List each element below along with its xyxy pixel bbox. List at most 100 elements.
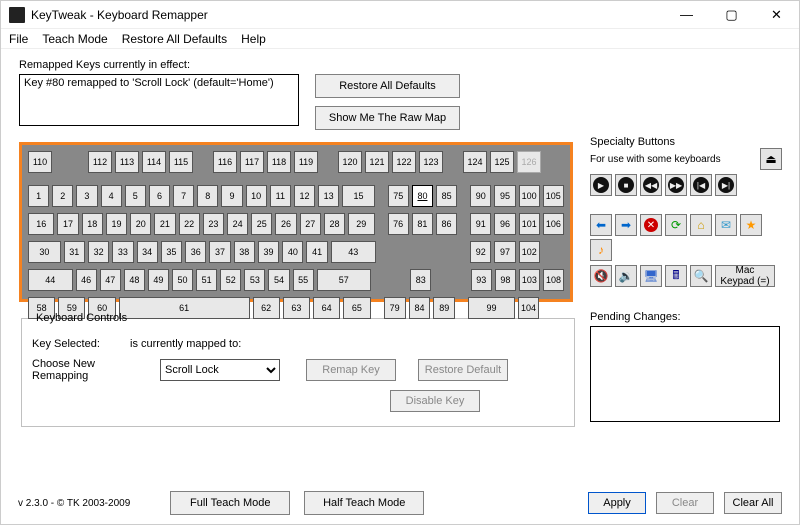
key-100[interactable]: 100: [519, 185, 540, 207]
key-86[interactable]: 86: [436, 213, 457, 235]
key-97[interactable]: 97: [494, 241, 515, 263]
key-47[interactable]: 47: [100, 269, 121, 291]
key-2[interactable]: 2: [52, 185, 73, 207]
key-75[interactable]: 75: [388, 185, 409, 207]
key-64[interactable]: 64: [313, 297, 340, 319]
key-41[interactable]: 41: [306, 241, 327, 263]
key-123[interactable]: 123: [419, 151, 443, 173]
key-122[interactable]: 122: [392, 151, 416, 173]
media-play-button[interactable]: ▶: [590, 174, 612, 196]
key-40[interactable]: 40: [282, 241, 303, 263]
remapped-keys-list[interactable]: Key #80 remapped to 'Scroll Lock' (defau…: [19, 74, 299, 126]
remap-key-button[interactable]: Remap Key: [306, 359, 396, 381]
restore-all-defaults-button[interactable]: Restore All Defaults: [315, 74, 460, 98]
key-33[interactable]: 33: [112, 241, 133, 263]
apply-button[interactable]: Apply: [588, 492, 646, 514]
key-117[interactable]: 117: [240, 151, 264, 173]
disable-key-button[interactable]: Disable Key: [390, 390, 480, 412]
clear-button[interactable]: Clear: [656, 492, 714, 514]
key-53[interactable]: 53: [244, 269, 265, 291]
volume-down-button[interactable]: 🔉: [615, 265, 637, 287]
browser-back-button[interactable]: ⬅: [590, 214, 612, 236]
key-1[interactable]: 1: [28, 185, 49, 207]
key-85[interactable]: 85: [436, 185, 457, 207]
media-forward-button[interactable]: ▶▶: [665, 174, 687, 196]
key-125[interactable]: 125: [490, 151, 514, 173]
key-90[interactable]: 90: [470, 185, 491, 207]
key-18[interactable]: 18: [82, 213, 103, 235]
key-21[interactable]: 21: [154, 213, 175, 235]
key-23[interactable]: 23: [203, 213, 224, 235]
key-114[interactable]: 114: [142, 151, 166, 173]
media-stop-button[interactable]: ■: [615, 174, 637, 196]
key-118[interactable]: 118: [267, 151, 291, 173]
key-108[interactable]: 108: [543, 269, 564, 291]
close-button[interactable]: ✕: [754, 2, 799, 28]
full-teach-mode-button[interactable]: Full Teach Mode: [170, 491, 290, 515]
key-52[interactable]: 52: [220, 269, 241, 291]
key-24[interactable]: 24: [227, 213, 248, 235]
key-98[interactable]: 98: [495, 269, 516, 291]
key-103[interactable]: 103: [519, 269, 540, 291]
remapping-select[interactable]: Scroll Lock: [160, 359, 280, 381]
key-91[interactable]: 91: [470, 213, 491, 235]
key-35[interactable]: 35: [161, 241, 182, 263]
key-28[interactable]: 28: [324, 213, 345, 235]
key-61[interactable]: 61: [119, 297, 250, 319]
key-92[interactable]: 92: [470, 241, 491, 263]
key-101[interactable]: 101: [519, 213, 540, 235]
my-computer-button[interactable]: 🖥: [640, 265, 662, 287]
browser-stop-button[interactable]: ✕: [640, 214, 662, 236]
calculator-button[interactable]: 🖩: [665, 265, 687, 287]
key-120[interactable]: 120: [338, 151, 362, 173]
key-22[interactable]: 22: [179, 213, 200, 235]
key-96[interactable]: 96: [494, 213, 515, 235]
key-121[interactable]: 121: [365, 151, 389, 173]
key-104[interactable]: 104: [518, 297, 540, 319]
key-54[interactable]: 54: [268, 269, 289, 291]
key-29[interactable]: 29: [348, 213, 374, 235]
eject-button[interactable]: ⏏: [760, 148, 782, 170]
key-48[interactable]: 48: [124, 269, 145, 291]
key-44[interactable]: 44: [28, 269, 73, 291]
key-15[interactable]: 15: [342, 185, 375, 207]
key-84[interactable]: 84: [409, 297, 431, 319]
key-6[interactable]: 6: [149, 185, 170, 207]
key-105[interactable]: 105: [543, 185, 564, 207]
key-89[interactable]: 89: [433, 297, 455, 319]
key-46[interactable]: 46: [76, 269, 97, 291]
key-50[interactable]: 50: [172, 269, 193, 291]
key-36[interactable]: 36: [185, 241, 206, 263]
key-3[interactable]: 3: [76, 185, 97, 207]
key-106[interactable]: 106: [543, 213, 564, 235]
key-126[interactable]: 126: [517, 151, 541, 173]
browser-home-button[interactable]: ⌂: [690, 214, 712, 236]
maximize-button[interactable]: ▢: [709, 2, 754, 28]
key-62[interactable]: 62: [253, 297, 280, 319]
key-119[interactable]: 119: [294, 151, 318, 173]
key-113[interactable]: 113: [115, 151, 139, 173]
minimize-button[interactable]: —: [664, 2, 709, 28]
favorites-button[interactable]: ★: [740, 214, 762, 236]
search-button[interactable]: 🔍: [690, 265, 712, 287]
key-27[interactable]: 27: [300, 213, 321, 235]
restore-default-button[interactable]: Restore Default: [418, 359, 508, 381]
key-32[interactable]: 32: [88, 241, 109, 263]
key-43[interactable]: 43: [331, 241, 376, 263]
volume-mute-button[interactable]: 🔇: [590, 265, 612, 287]
key-4[interactable]: 4: [101, 185, 122, 207]
menu-teach-mode[interactable]: Teach Mode: [42, 32, 107, 46]
key-55[interactable]: 55: [293, 269, 314, 291]
key-8[interactable]: 8: [197, 185, 218, 207]
media-next-button[interactable]: ▶|: [715, 174, 737, 196]
key-10[interactable]: 10: [246, 185, 267, 207]
pending-changes-list[interactable]: [590, 326, 780, 422]
key-112[interactable]: 112: [88, 151, 112, 173]
menu-help[interactable]: Help: [241, 32, 266, 46]
key-30[interactable]: 30: [28, 241, 61, 263]
key-17[interactable]: 17: [57, 213, 78, 235]
key-19[interactable]: 19: [106, 213, 127, 235]
key-81[interactable]: 81: [412, 213, 433, 235]
key-13[interactable]: 13: [318, 185, 339, 207]
key-93[interactable]: 93: [471, 269, 492, 291]
